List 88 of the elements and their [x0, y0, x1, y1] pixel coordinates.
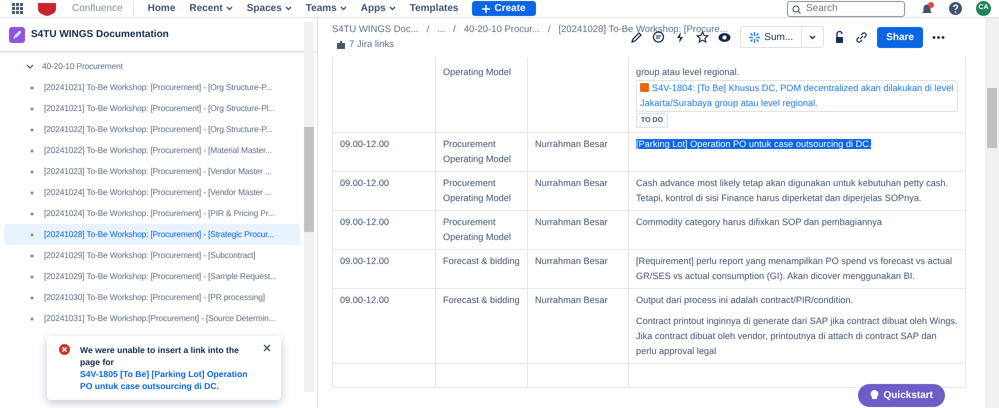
tree-item[interactable]: [20241030] To-Be Workshop: [Procurement] - [PR processing]	[4, 287, 300, 308]
breadcrumb-separator: /	[548, 23, 550, 37]
quickstart-button[interactable]: Quickstart	[858, 384, 945, 407]
nav-menu-button[interactable]: Teams	[306, 1, 347, 16]
scrollbar-thumb[interactable]	[304, 127, 314, 232]
nav-menu-button[interactable]: Templates	[410, 1, 458, 16]
time-cell-text: 09.00-12.00	[340, 176, 390, 190]
error-icon	[59, 344, 70, 355]
area-cell-text: Procurement Operating Model	[443, 138, 512, 166]
jira-links-link[interactable]: 7 Jira links	[349, 38, 394, 52]
breadcrumb-separator: /	[426, 23, 430, 37]
area-cell-text: Forecast & bidding	[443, 294, 520, 307]
product-name: Confluence	[72, 1, 134, 16]
note-text: Cash advance most likely tetap akan digunakan untuk kebutuhan petty cash. Tetapi, kontrol di sisi Finance harus diperketat dan diperjelas SOPnya.	[636, 176, 950, 205]
bullet-icon	[30, 190, 34, 194]
nav-menu-button[interactable]: Spaces	[246, 1, 292, 16]
breadcrumb-link[interactable]: 40-20-10 Procur...	[464, 23, 540, 38]
sparkle-icon	[749, 32, 760, 42]
person-cell-text: Nurrahman Besar	[535, 216, 609, 228]
time-cell-text: 09.00-12.00	[340, 216, 390, 228]
jira-issue-link[interactable]: S4V-1805 [To Be] [Parking Lot] Operation PO untuk case outsourcing di DC.	[80, 368, 253, 392]
tree-item[interactable]: [20241023] To-Be Workshop: [Procurement] - [Vendor Master ...	[4, 161, 300, 182]
jira-issue-link[interactable]: S4V-1804: [To Be] Khusus DC, POM decentralized akan dilakukan di level Jakarta/Surabaya group atau level regional.	[636, 80, 958, 112]
note-text: group atau level regional.	[636, 66, 740, 79]
nav-menu-button[interactable]: Apps	[360, 1, 396, 16]
time-cell-text: 09.00-12.00	[340, 294, 390, 306]
note-text: [Parking Lot] Operation PO untuk case outsourcing di DC.	[636, 138, 872, 148]
person-cell-text: Nurrahman Besar	[535, 138, 609, 150]
help-icon[interactable]	[949, 2, 962, 15]
nav-menu-button[interactable]: Home	[148, 1, 176, 16]
tree-item[interactable]: [20241021] To-Be Workshop: [Procurement] - [Org Structure-Pl...	[4, 98, 300, 119]
bullet-icon	[30, 232, 34, 236]
bullet-icon	[30, 296, 34, 300]
bullet-icon	[30, 128, 34, 132]
tree-item[interactable]: [20241031] To-Be Workshop:[Procurement] - [Source Determin...	[4, 308, 300, 329]
note-text: Commodity category harus difixkan SOP dan pembagiannya	[636, 216, 883, 229]
tree-item[interactable]: [20241024] To-Be Workshop: [Procurement] - [Vendor Master ...	[4, 182, 300, 203]
caret-icon	[809, 34, 816, 40]
close-icon	[263, 344, 271, 352]
shield-logo-icon	[36, 2, 58, 16]
search-icon	[792, 4, 801, 14]
breadcrumb-link[interactable]: [20241028] To-Be Workshop: [Procure...	[558, 23, 728, 38]
bullet-icon	[30, 86, 34, 90]
note-text: Contract printout inginnya di generate dari SAP jika contract dibuat oleh Wings.	[636, 314, 958, 328]
toast-message: We were unable to insert a link into the page for S4V-1805 [To Be] [Parking Lot] Operation PO untuk case outsourcing di DC.	[80, 344, 253, 392]
breadcrumb-link[interactable]: S4TU WINGS Doc...	[332, 23, 419, 38]
app-grid-icon[interactable]	[12, 3, 23, 14]
space-title: S4TU WINGS Documentation	[31, 28, 169, 42]
time-cell-text: 09.00-12.00	[340, 254, 390, 268]
tree-item[interactable]: [20241021] To-Be Workshop: [Procurement] - [Org Structure-P...	[4, 77, 300, 98]
link-icon[interactable]	[855, 30, 868, 44]
chevron-down-icon[interactable]	[26, 62, 34, 70]
plus-icon	[482, 4, 490, 12]
person-cell-text: Nurrahman Besar	[535, 254, 609, 268]
lightbulb-icon	[870, 390, 879, 401]
time-cell-text: 09.00-12.00	[340, 138, 390, 150]
note-text: Output dari process ini adalah contract/PIR/condition.	[636, 294, 854, 307]
area-cell-text: Forecast & bidding	[443, 254, 520, 268]
bullet-icon	[30, 316, 34, 320]
bullet-icon	[30, 212, 34, 216]
breadcrumb-separator: /	[453, 23, 456, 37]
tree-item[interactable]: [20241022] To-Be Workshop: [Procurement] - [Material Master...	[4, 140, 300, 161]
bullet-icon	[30, 254, 34, 258]
scrollbar-thumb[interactable]	[987, 88, 997, 148]
area-cell-text: Procurement Operating Model	[443, 176, 512, 205]
note-text: [Requirement] perlu report yang menampilkan PO spend vs forecast vs actual GR/SES vs actual consumption (GI). Akan dicover menggunakan BI.	[636, 254, 954, 283]
tree-item[interactable]: [20241028] To-Be Workshop: [Procurement] - [Strategic Procur...	[4, 224, 300, 245]
share-button[interactable]: Share	[877, 26, 923, 48]
person-cell-text: Nurrahman Besar	[535, 294, 609, 306]
tree-item[interactable]: [20241024] To-Be Workshop: [Procurement] - [PIR & Pricing Pr...	[4, 203, 300, 224]
bullet-icon	[30, 170, 34, 174]
search-field[interactable]: Search	[787, 0, 905, 16]
issue-type-icon	[640, 82, 649, 92]
breadcrumb-link[interactable]: ...	[437, 23, 446, 38]
bullet-icon	[30, 148, 34, 152]
bullet-icon	[30, 106, 34, 110]
area-cell-text: Operating Model	[443, 66, 512, 79]
person-cell-text: Nurrahman Besar	[535, 176, 609, 190]
tree-item[interactable]: [20241022] To-Be Workshop: [Procurement] - [Org Structure-P...	[4, 119, 300, 140]
bullet-icon	[30, 274, 34, 278]
create-button[interactable]: Create	[472, 1, 536, 16]
tree-item[interactable]: [20241029] To-Be Workshop: [Procurement] - [Sample Request...	[4, 266, 300, 287]
tree-item[interactable]: 40-20-10 Procurement	[4, 56, 300, 77]
nav-menu-button[interactable]: Recent	[189, 1, 233, 16]
tree-item[interactable]: [20241029] To-Be Workshop: [Procurement] - [Subcontract]	[4, 245, 300, 266]
note-text: Jika contract dibuat oleh vendor, printoutnya di attach di contract SAP dan perlu approval legal	[636, 330, 938, 358]
area-cell-text: Procurement Operating Model	[443, 216, 512, 244]
notification-bell-icon[interactable]	[919, 2, 935, 16]
